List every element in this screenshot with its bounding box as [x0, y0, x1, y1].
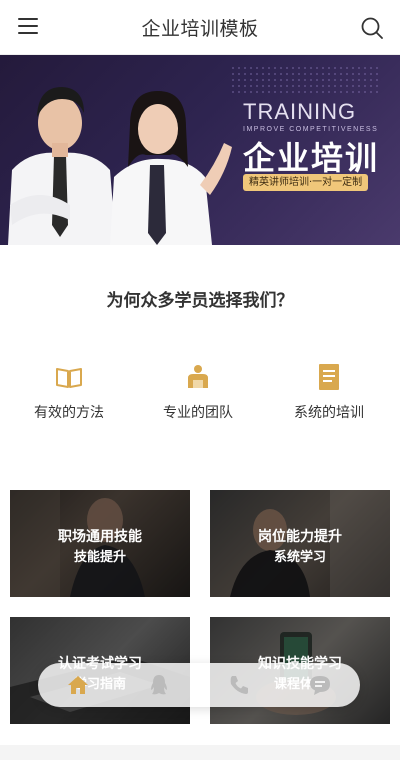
phone-icon: [230, 676, 249, 694]
card-title: 岗位能力提升: [258, 529, 342, 545]
document-icon: [319, 364, 339, 390]
feature-effective-method[interactable]: 有效的方法: [14, 362, 124, 422]
nav-message[interactable]: [300, 665, 340, 705]
bottom-nav: [38, 663, 360, 707]
course-card-job-ability[interactable]: 岗位能力提升 系统学习: [210, 490, 390, 597]
team-icon: [188, 365, 208, 388]
card-subtitle: 技能提升: [73, 550, 126, 565]
nav-home[interactable]: [58, 665, 98, 705]
top-header: 企业培训模板: [0, 0, 400, 55]
feature-label: 专业的团队: [163, 405, 233, 421]
banner-tag: 精英讲师培训·一对一定制: [243, 174, 369, 191]
course-card-workplace-skills[interactable]: 职场通用技能 技能提升: [10, 490, 190, 597]
banner-people-illustration: [8, 87, 232, 245]
footer-strip: [0, 745, 400, 760]
book-icon: [56, 368, 82, 388]
banner-en-subtitle: IMPROVE COMPETITIVENESS: [243, 126, 379, 133]
banner-en-title: TRAINING: [243, 99, 357, 124]
banner-dot-pattern: [230, 65, 380, 95]
home-icon: [68, 676, 89, 694]
section-title: 为何众多学员选择我们？: [106, 291, 294, 311]
qq-icon: [150, 675, 167, 695]
message-icon: [309, 676, 330, 695]
hamburger-menu-icon[interactable]: [18, 18, 38, 36]
card-title: 职场通用技能: [58, 529, 142, 545]
search-icon[interactable]: [360, 16, 384, 40]
feature-label: 系统的培训: [294, 405, 364, 421]
feature-label: 有效的方法: [34, 405, 104, 421]
nav-phone[interactable]: [219, 665, 259, 705]
hero-banner[interactable]: TRAINING IMPROVE COMPETITIVENESS 企业培训 精英…: [0, 55, 400, 245]
feature-systematic-training[interactable]: 系统的培训: [274, 362, 384, 422]
feature-professional-team[interactable]: 专业的团队: [143, 362, 253, 422]
card-subtitle: 系统学习: [273, 550, 326, 565]
banner-cn-title: 企业培训: [243, 139, 380, 177]
nav-qq[interactable]: [139, 665, 179, 705]
page-title: 企业培训模板: [141, 17, 259, 40]
